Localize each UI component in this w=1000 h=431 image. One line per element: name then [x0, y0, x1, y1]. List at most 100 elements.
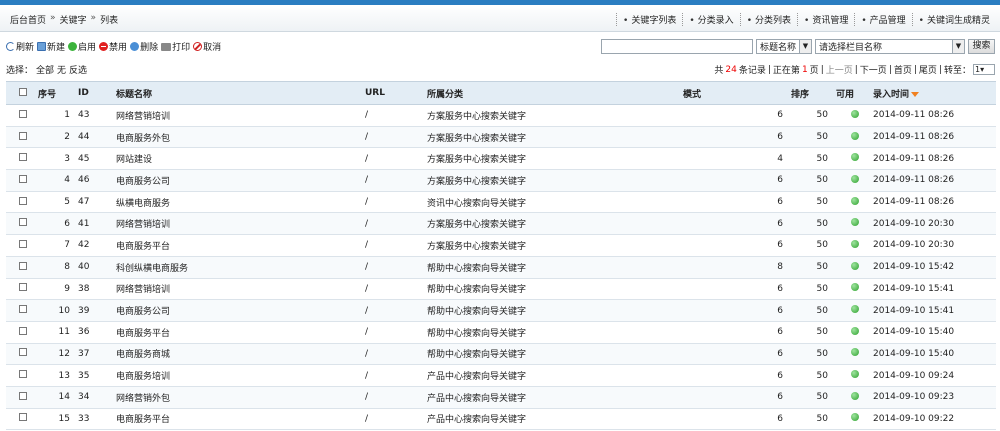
table-row[interactable]: 6 41 网络营销培训 / 方案服务中心搜索关键字 6 50 2014-09-10 20:30: [6, 212, 996, 236]
row-checkbox[interactable]: [19, 174, 27, 183]
row-title[interactable]: 网络营销培训: [116, 212, 365, 236]
row-checkbox[interactable]: [19, 239, 27, 248]
row-category: 帮助中心搜索向导关键字: [427, 321, 683, 344]
quick-link-category-list[interactable]: • 分类列表: [739, 13, 797, 26]
row-checkbox[interactable]: [19, 153, 27, 162]
row-checkbox[interactable]: [19, 109, 27, 118]
row-title[interactable]: 科创纵横电商服务: [116, 256, 365, 279]
enabled-status-icon[interactable]: [850, 218, 859, 227]
breadcrumb-keyword[interactable]: 关键字: [60, 13, 87, 26]
row-title[interactable]: 电商服务平台: [116, 408, 365, 431]
row-title[interactable]: 电商服务平台: [116, 234, 365, 257]
row-checkbox[interactable]: [19, 261, 27, 270]
delete-button[interactable]: 删除: [130, 40, 158, 53]
row-checkbox[interactable]: [19, 391, 27, 400]
table-row[interactable]: 14 34 网络营销外包 / 产品中心搜索向导关键字 6 50 2014-09-10 09:2…: [6, 386, 996, 409]
table-row[interactable]: 1 43 网络营销培训 / 方案服务中心搜索关键字 6 50 2014-09-11 08:26: [6, 104, 996, 127]
table-row[interactable]: 15 33 电商服务平台 / 产品中心搜索向导关键字 6 50 2014-09-10 09:2…: [6, 408, 996, 431]
enabled-status-icon[interactable]: [850, 326, 859, 335]
enabled-status-icon[interactable]: [850, 109, 859, 118]
table-row[interactable]: 7 42 电商服务平台 / 方案服务中心搜索关键字 6 50 2014-09-10 20:30: [6, 234, 996, 257]
table-row[interactable]: 2 44 电商服务外包 / 方案服务中心搜索关键字 6 50 2014-09-11 08:26: [6, 126, 996, 149]
enabled-status-icon[interactable]: [850, 283, 859, 292]
row-enabled-cell: [836, 364, 873, 387]
page-jump-select[interactable]: 1 ▾: [973, 64, 995, 75]
row-checkbox[interactable]: [19, 305, 27, 314]
table-row[interactable]: 13 35 电商服务培训 / 产品中心搜索向导关键字 6 50 2014-09-10 09:2…: [6, 364, 996, 387]
row-enabled-cell: [836, 191, 873, 214]
row-title[interactable]: 网站建设: [116, 147, 365, 171]
row-title[interactable]: 电商服务平台: [116, 321, 365, 344]
row-title[interactable]: 电商服务公司: [116, 299, 365, 322]
table-row[interactable]: 10 39 电商服务公司 / 帮助中心搜索向导关键字 6 50 2014-09-10 15:4…: [6, 299, 996, 322]
row-order: 50: [791, 299, 836, 322]
row-title[interactable]: 电商服务外包: [116, 126, 365, 149]
row-title[interactable]: 电商服务公司: [116, 169, 365, 192]
row-checkbox[interactable]: [19, 283, 27, 292]
row-checkbox[interactable]: [19, 348, 27, 357]
quick-link-keyword-list[interactable]: • 关键字列表: [616, 13, 682, 26]
enabled-status-icon[interactable]: [850, 413, 859, 422]
breadcrumb-home[interactable]: 后台首页: [10, 13, 46, 26]
row-checkbox[interactable]: [19, 131, 27, 140]
column-select[interactable]: 请选择栏目名称 ▼: [815, 39, 965, 54]
select-all-checkbox[interactable]: [19, 87, 27, 96]
prev-page-link[interactable]: 上一页: [826, 63, 853, 76]
enabled-status-icon[interactable]: [850, 174, 859, 183]
enabled-status-icon[interactable]: [850, 391, 859, 400]
row-title[interactable]: 网络营销培训: [116, 278, 365, 301]
table-row[interactable]: 9 38 网络营销培训 / 帮助中心搜索向导关键字 6 50 2014-09-10 15:41: [6, 278, 996, 301]
table-header-row: 序号 ID 标题名称 URL 所属分类 模式 排序 可用 录入时间: [6, 81, 996, 105]
enable-button[interactable]: 启用: [68, 40, 96, 53]
enabled-status-icon[interactable]: [850, 261, 859, 270]
next-page-link[interactable]: 下一页: [860, 63, 887, 76]
table-row[interactable]: 4 46 电商服务公司 / 方案服务中心搜索关键字 6 50 2014-09-11 08:26: [6, 169, 996, 192]
new-button[interactable]: 新建: [37, 40, 65, 53]
select-all-link[interactable]: 全部: [36, 63, 54, 76]
search-field-select[interactable]: 标题名称 ▼: [756, 39, 812, 54]
disable-button[interactable]: 禁用: [99, 40, 127, 53]
quick-link-product-manage[interactable]: • 产品管理: [854, 13, 911, 26]
quick-link-keyword-generator[interactable]: • 关键词生成精灵: [911, 13, 996, 26]
search-button[interactable]: 搜索: [968, 39, 995, 54]
row-id: 38: [78, 278, 116, 301]
table-row[interactable]: 8 40 科创纵横电商服务 / 帮助中心搜索向导关键字 8 50 2014-09-10 15:…: [6, 256, 996, 279]
enabled-status-icon[interactable]: [850, 370, 859, 379]
quick-links: • 关键字列表 • 分类录入 • 分类列表 • 资讯管理 • 产品管理 • 关键词生成精灵: [616, 13, 996, 26]
last-page-link[interactable]: 尾页: [919, 63, 937, 76]
row-checkbox[interactable]: [19, 196, 27, 205]
row-checkbox-cell: [6, 191, 38, 214]
row-checkbox[interactable]: [19, 218, 27, 227]
row-mode: 6: [683, 408, 791, 431]
select-invert-link[interactable]: 反选: [69, 63, 87, 76]
enabled-status-icon[interactable]: [850, 305, 859, 314]
enabled-status-icon[interactable]: [850, 196, 859, 205]
table-row[interactable]: 12 37 电商服务商城 / 帮助中心搜索向导关键字 6 50 2014-09-10 15:4…: [6, 343, 996, 366]
row-title[interactable]: 纵横电商服务: [116, 191, 365, 214]
col-time[interactable]: 录入时间: [873, 81, 996, 105]
row-checkbox[interactable]: [19, 370, 27, 379]
enabled-status-icon[interactable]: [850, 239, 859, 248]
row-title[interactable]: 网络营销外包: [116, 386, 365, 409]
row-title[interactable]: 电商服务培训: [116, 364, 365, 387]
search-input[interactable]: [601, 39, 753, 54]
enabled-status-icon[interactable]: [850, 153, 859, 162]
table-row[interactable]: 5 47 纵横电商服务 / 资讯中心搜索向导关键字 6 50 2014-09-11 08:26: [6, 191, 996, 214]
row-enabled-cell: [836, 299, 873, 322]
row-checkbox[interactable]: [19, 413, 27, 422]
row-title[interactable]: 电商服务商城: [116, 343, 365, 366]
row-title[interactable]: 网络营销培训: [116, 104, 365, 127]
enabled-status-icon[interactable]: [850, 348, 859, 357]
enabled-status-icon[interactable]: [850, 131, 859, 140]
print-button[interactable]: 打印: [161, 40, 190, 53]
select-none-link[interactable]: 无: [57, 63, 66, 76]
table-row[interactable]: 3 45 网站建设 / 方案服务中心搜索关键字 4 50 2014-09-11 08:26: [6, 147, 996, 171]
table-row[interactable]: 11 36 电商服务平台 / 帮助中心搜索向导关键字 6 50 2014-09-10 15:4…: [6, 321, 996, 344]
refresh-button[interactable]: 刷新: [6, 40, 34, 53]
cancel-button[interactable]: 取消: [193, 40, 221, 53]
row-checkbox-cell: [6, 104, 38, 127]
row-checkbox[interactable]: [19, 326, 27, 335]
first-page-link[interactable]: 首页: [894, 63, 912, 76]
quick-link-category-entry[interactable]: • 分类录入: [682, 13, 739, 26]
quick-link-news-manage[interactable]: • 资讯管理: [797, 13, 854, 26]
